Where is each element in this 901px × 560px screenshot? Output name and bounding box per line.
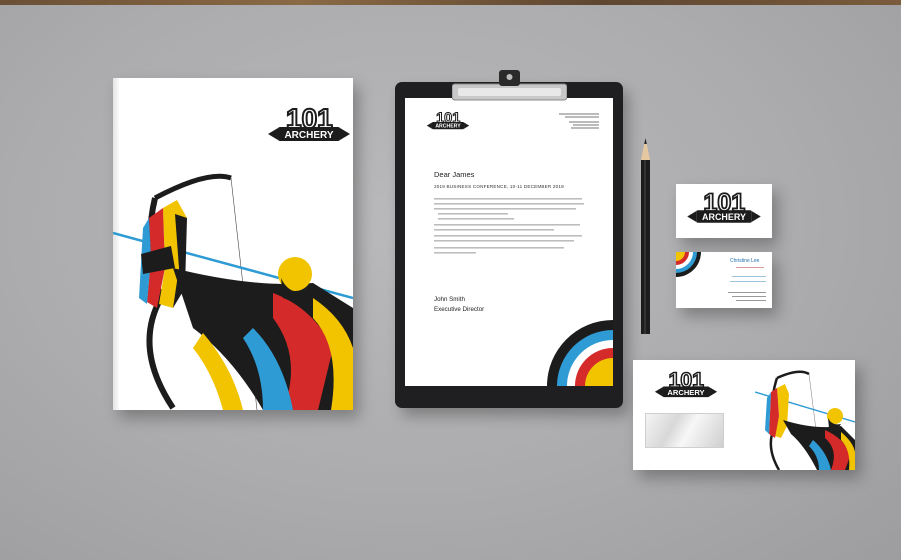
letter-address-block <box>559 112 599 130</box>
card-contact-line <box>730 281 766 283</box>
notebook-cover: 101 ARCHERY <box>113 78 353 410</box>
letter-logo: 101 ARCHERY <box>426 110 470 130</box>
envelope-logo: 101 ARCHERY <box>654 367 718 398</box>
card-name: Christine Lee <box>730 258 760 264</box>
letter-subject: 2019 BUSINESS CONFERENCE, 10-11 DECEMBER… <box>434 184 564 189</box>
letterhead-page: 101 ARCHERY Dear James 2019 BUSINESS CON… <box>405 98 613 386</box>
archery-101-logo: 101 ARCHERY <box>268 102 350 141</box>
business-card-front: 101 ARCHERY <box>676 184 772 238</box>
card-role-line <box>736 267 764 269</box>
stationery-mockup-scene: 101 ARCHERY 101 ARCHERY Dear James 2019 … <box>0 0 901 560</box>
letter-signer-name: John Smith <box>434 296 465 303</box>
card-logo: 101 ARCHERY <box>687 188 761 223</box>
letter-body-lines <box>434 198 584 254</box>
business-card-back: Christine Lee <box>676 252 772 308</box>
envelope-logo-word: ARCHERY <box>667 388 704 397</box>
envelope-archer <box>755 370 855 470</box>
card-logo-word: ARCHERY <box>702 212 746 222</box>
card-target-corner <box>676 252 701 277</box>
target-corner <box>547 320 613 386</box>
logo-word: ARCHERY <box>284 130 333 141</box>
bow-upper <box>153 173 232 201</box>
card-address-line <box>728 292 766 294</box>
card-contact-line <box>732 276 766 278</box>
letter-signer-title: Executive Director <box>434 306 485 313</box>
letter-logo-word: ARCHERY <box>435 124 461 130</box>
clipboard-clip <box>452 70 567 101</box>
envelope-window <box>645 413 724 448</box>
card-address-line <box>736 300 766 302</box>
letter-greeting: Dear James <box>434 170 475 179</box>
bow-lower <box>146 296 176 410</box>
wood-edge <box>0 0 901 5</box>
card-address-line <box>732 296 766 298</box>
pencil <box>641 138 650 334</box>
